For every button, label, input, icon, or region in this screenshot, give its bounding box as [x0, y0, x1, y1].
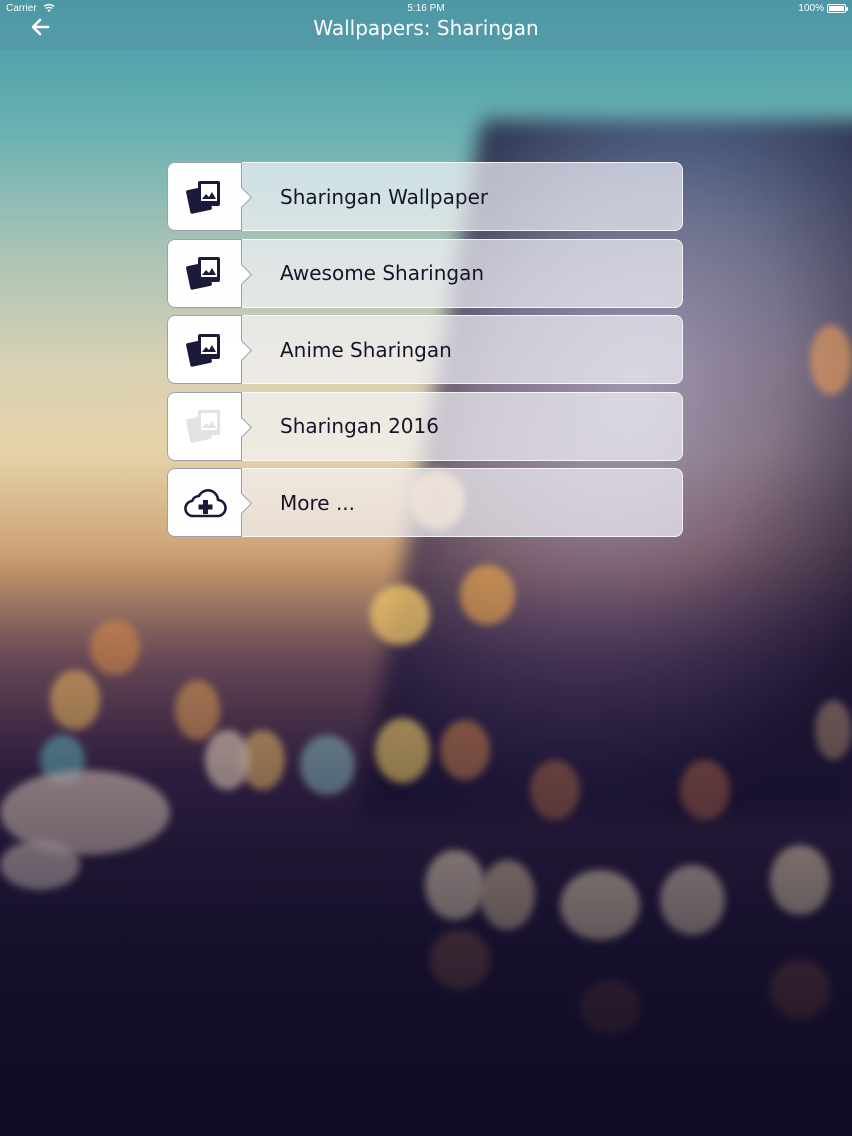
- photos-icon: [185, 180, 220, 214]
- bokeh-light: [175, 680, 220, 740]
- navigation-bar-zigzag-edge: [0, 46, 852, 54]
- menu-item-label: Sharingan 2016: [280, 414, 439, 438]
- bokeh-light: [90, 620, 140, 675]
- bokeh-light: [530, 760, 580, 820]
- menu-item-more[interactable]: More ...: [167, 468, 683, 537]
- bokeh-light: [480, 860, 535, 930]
- bokeh-light: [370, 585, 430, 645]
- bokeh-light: [50, 670, 100, 730]
- bokeh-light: [460, 565, 515, 625]
- battery-percent: 100%: [798, 3, 824, 14]
- cloud-plus-icon: [183, 488, 227, 517]
- bokeh-light: [375, 718, 430, 783]
- bokeh-light: [660, 865, 725, 935]
- bokeh-light: [205, 730, 250, 790]
- bokeh-light: [0, 770, 170, 855]
- photos-icon: [185, 257, 220, 290]
- bokeh-light: [560, 870, 640, 940]
- bokeh-light: [580, 980, 640, 1035]
- bokeh-light: [770, 960, 830, 1020]
- menu-item-anime-sharingan[interactable]: Anime Sharingan: [167, 315, 683, 384]
- menu-item-label: More ...: [280, 490, 356, 515]
- bokeh-light: [0, 840, 80, 890]
- wallpaper-menu: Sharingan Wallpaper Awesome Sharingan An…: [167, 162, 683, 545]
- bokeh-light: [40, 735, 85, 785]
- bokeh-light: [770, 845, 830, 915]
- status-time: 5:16 PM: [407, 3, 445, 14]
- bokeh-light: [680, 760, 730, 820]
- photos-icon: [185, 410, 220, 443]
- menu-item-sharingan-2016[interactable]: Sharingan 2016: [167, 391, 683, 461]
- menu-item-icon-box: [167, 315, 242, 384]
- menu-item-label: Anime Sharingan: [280, 337, 452, 362]
- bokeh-light: [815, 700, 852, 760]
- menu-item-icon-box: [167, 162, 242, 231]
- battery-icon: [827, 4, 848, 13]
- photos-icon: [185, 333, 220, 367]
- menu-item-label: Sharingan Wallpaper: [280, 184, 489, 209]
- menu-item-icon-box: [167, 468, 242, 537]
- bokeh-light: [425, 850, 485, 920]
- bokeh-light: [430, 930, 490, 990]
- menu-item-label: Awesome Sharingan: [280, 261, 485, 285]
- bokeh-light: [300, 735, 355, 795]
- menu-item-icon-box: [167, 391, 242, 461]
- menu-item-awesome-sharingan[interactable]: Awesome Sharingan: [167, 238, 683, 308]
- bokeh-light: [240, 730, 285, 790]
- menu-item-icon-box: [167, 238, 242, 308]
- menu-item-sharingan-wallpaper[interactable]: Sharingan Wallpaper: [167, 162, 683, 231]
- bokeh-light: [810, 325, 852, 395]
- bokeh-light: [440, 720, 490, 780]
- page-title: Wallpapers: Sharingan: [313, 16, 539, 40]
